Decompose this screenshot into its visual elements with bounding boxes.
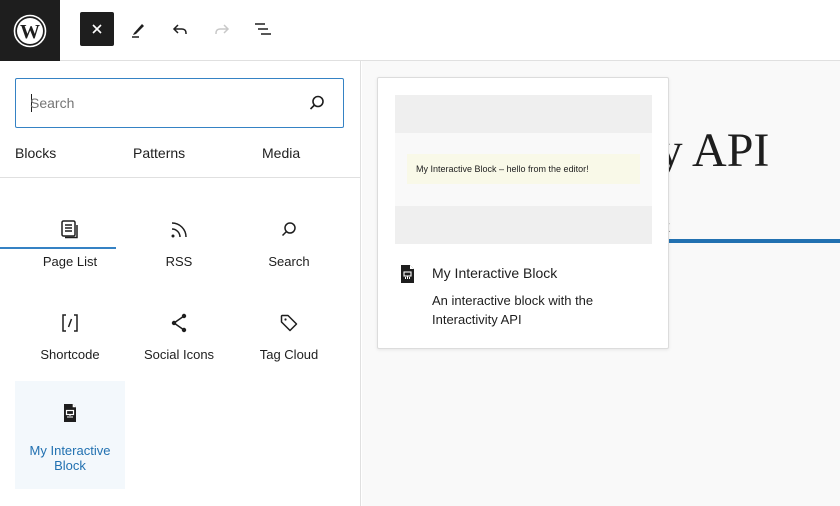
block-preview-popover: My Interactive Block – hello from the ed… bbox=[377, 77, 669, 349]
block-item-label: My Interactive Block bbox=[29, 443, 111, 473]
wordpress-logo-icon: W bbox=[13, 14, 47, 47]
wordpress-logo-button[interactable]: W bbox=[0, 0, 60, 61]
search-field[interactable] bbox=[15, 78, 344, 128]
block-item-label: Search bbox=[268, 254, 310, 269]
page-list-icon bbox=[58, 218, 82, 242]
tag-icon bbox=[277, 311, 301, 335]
rss-icon bbox=[167, 218, 191, 242]
search-icon bbox=[277, 218, 301, 242]
block-item-label: Social Icons bbox=[143, 347, 215, 362]
tab-patterns[interactable]: Patterns bbox=[133, 133, 185, 178]
block-item-rss[interactable]: RSS bbox=[124, 198, 234, 288]
inserter-tabs: Blocks Patterns Media bbox=[0, 133, 361, 249]
editor-header: W bbox=[0, 0, 840, 61]
search-input[interactable] bbox=[30, 91, 290, 115]
block-item-label: Tag Cloud bbox=[259, 347, 319, 362]
block-item-label: Shortcode bbox=[40, 347, 100, 362]
block-item-social-icons[interactable]: Social Icons bbox=[124, 291, 234, 381]
undo-icon bbox=[172, 24, 187, 34]
redo-icon bbox=[215, 24, 230, 34]
shortcode-icon bbox=[58, 311, 82, 335]
list-view-icon bbox=[255, 23, 271, 35]
block-item-shortcode[interactable]: Shortcode bbox=[15, 291, 125, 381]
interactive-block-icon bbox=[401, 265, 414, 283]
block-item-page-list[interactable]: Page List bbox=[15, 198, 125, 288]
redo-button[interactable] bbox=[205, 12, 239, 46]
block-item-search[interactable]: Search bbox=[234, 198, 344, 288]
document-overview-button[interactable] bbox=[246, 12, 280, 46]
tools-button[interactable] bbox=[121, 12, 155, 46]
tab-blocks[interactable]: Blocks bbox=[15, 133, 56, 178]
svg-text:W: W bbox=[20, 21, 40, 43]
share-icon bbox=[167, 311, 191, 335]
block-item-label: Page List bbox=[42, 254, 98, 269]
block-item-tag-cloud[interactable]: Tag Cloud bbox=[234, 291, 344, 381]
tab-media[interactable]: Media bbox=[262, 133, 300, 178]
preview-note: My Interactive Block – hello from the ed… bbox=[407, 154, 640, 184]
interactive-block-icon bbox=[58, 401, 82, 425]
pencil-icon bbox=[132, 24, 144, 38]
preview-band bbox=[395, 95, 652, 133]
undo-button[interactable] bbox=[163, 12, 197, 46]
preview-band bbox=[395, 206, 652, 244]
selected-block-underline bbox=[662, 239, 840, 243]
block-item-label: RSS bbox=[165, 254, 193, 269]
preview-title: My Interactive Block bbox=[432, 265, 558, 281]
close-icon bbox=[92, 24, 102, 34]
block-preview-image: My Interactive Block – hello from the ed… bbox=[395, 95, 652, 244]
preview-description: An interactive block with the Interactiv… bbox=[432, 293, 594, 327]
block-inserter-panel: Blocks Patterns Media Page List RSS Sear… bbox=[0, 61, 361, 506]
close-inserter-button[interactable] bbox=[80, 12, 114, 46]
search-icon[interactable] bbox=[307, 93, 327, 113]
block-item-my-interactive-block[interactable]: My Interactive Block bbox=[15, 381, 125, 489]
